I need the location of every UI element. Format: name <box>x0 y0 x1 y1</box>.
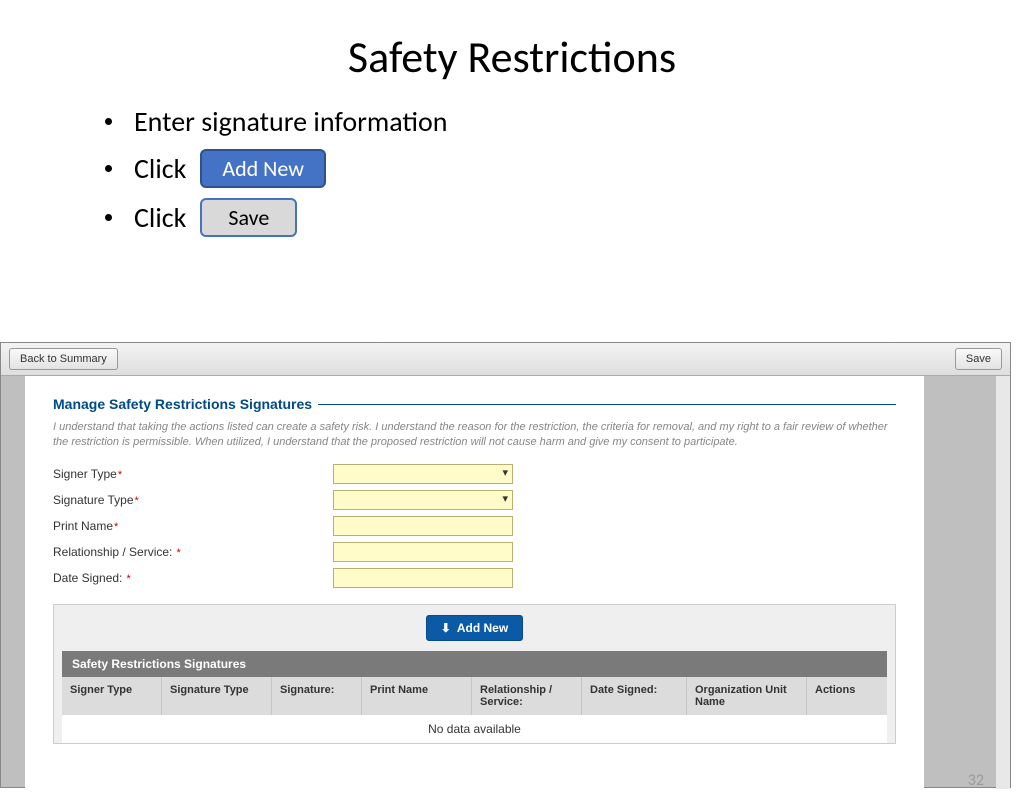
print-name-label: Print Name* <box>53 519 333 533</box>
date-signed-row: Date Signed: * <box>53 568 896 588</box>
bullet-1: Enter signature information <box>105 104 1024 139</box>
relationship-label: Relationship / Service: * <box>53 545 333 559</box>
add-new-button[interactable]: ⬇ Add New <box>426 615 523 641</box>
bullet-icon <box>105 165 112 172</box>
section-header: Manage Safety Restrictions Signatures <box>53 396 896 412</box>
print-name-row: Print Name* <box>53 516 896 536</box>
bullet-3: Click Save <box>105 198 1024 237</box>
add-new-label: Add New <box>457 621 508 635</box>
bullet-icon <box>105 118 112 125</box>
bullet-1-text: Enter signature information <box>134 104 447 139</box>
date-signed-input[interactable] <box>333 568 513 588</box>
signatures-grid-box: ⬇Add New Safety Restrictions Signatures … <box>53 604 896 744</box>
date-signed-label: Date Signed: * <box>53 571 333 585</box>
back-to-summary-button[interactable]: Back to Summary <box>9 348 118 370</box>
col-signer-type: Signer Type <box>62 677 162 715</box>
signer-type-label: Signer Type* <box>53 467 333 481</box>
no-data-row: No data available <box>62 715 887 743</box>
form-page: Manage Safety Restrictions Signatures I … <box>25 376 924 789</box>
bullet-icon <box>105 214 112 221</box>
signature-type-select[interactable] <box>333 490 513 510</box>
signer-type-select[interactable] <box>333 464 513 484</box>
bullet-list: Enter signature information Click Add Ne… <box>105 104 1024 237</box>
slide-title: Safety Restrictions <box>0 30 1024 84</box>
signature-type-row: Signature Type* <box>53 490 896 510</box>
signer-type-row: Signer Type* <box>53 464 896 484</box>
save-illustration-button: Save <box>200 198 297 237</box>
col-org-unit: Organization Unit Name <box>687 677 807 715</box>
col-date-signed: Date Signed: <box>582 677 687 715</box>
save-button[interactable]: Save <box>955 348 1002 370</box>
col-signature: Signature: <box>272 677 362 715</box>
section-rule <box>318 404 896 405</box>
add-new-illustration-button: Add New <box>200 149 326 188</box>
bullet-3-text: Click <box>134 200 186 235</box>
grid-title: Safety Restrictions Signatures <box>62 651 887 677</box>
col-actions: Actions <box>807 677 887 715</box>
slide-number: 32 <box>968 771 984 790</box>
scrollbar[interactable] <box>996 376 1010 789</box>
col-relationship: Relationship / Service: <box>472 677 582 715</box>
print-name-input[interactable] <box>333 516 513 536</box>
signature-type-label: Signature Type* <box>53 493 333 507</box>
toolbar: Back to Summary Save <box>1 343 1010 376</box>
col-signature-type: Signature Type <box>162 677 272 715</box>
down-arrow-icon: ⬇ <box>441 621 451 635</box>
grid-header-row: Signer Type Signature Type Signature: Pr… <box>62 677 887 715</box>
col-print-name: Print Name <box>362 677 472 715</box>
relationship-input[interactable] <box>333 542 513 562</box>
bullet-2-text: Click <box>134 151 186 186</box>
app-screenshot: Back to Summary Save Manage Safety Restr… <box>0 342 1011 788</box>
relationship-row: Relationship / Service: * <box>53 542 896 562</box>
bullet-2: Click Add New <box>105 149 1024 188</box>
section-header-text: Manage Safety Restrictions Signatures <box>53 396 312 412</box>
disclaimer-text: I understand that taking the actions lis… <box>53 420 896 450</box>
